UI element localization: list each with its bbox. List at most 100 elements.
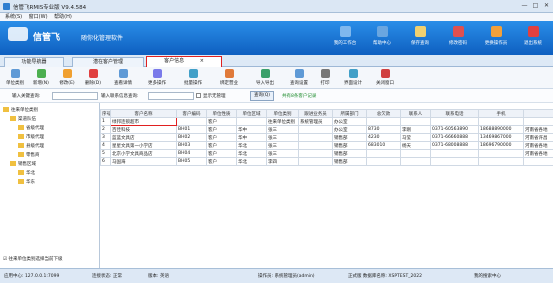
show-no-manager-label: 显示无管理 bbox=[203, 94, 226, 99]
tree-root[interactable]: 往来单位类别 bbox=[3, 107, 38, 114]
folder-icon bbox=[18, 152, 24, 157]
menu-help[interactable]: 帮助(H) bbox=[54, 13, 72, 21]
close-button[interactable]: ✕ bbox=[542, 2, 551, 10]
column-header[interactable]: 手机 bbox=[478, 109, 524, 118]
menu-bar: 系统(S) 窗口(W) 帮助(H) bbox=[0, 13, 553, 21]
search-input[interactable] bbox=[52, 92, 98, 100]
brand-name: 信管飞 bbox=[33, 33, 61, 43]
ui-design-button[interactable]: 界面设计 bbox=[338, 69, 368, 88]
column-header[interactable]: 联系人 bbox=[400, 109, 431, 118]
toolbar: 单位类别 新增(N) 修改(E) 删除(D) 查看详情 更多操作 批量操作 绑定… bbox=[0, 67, 553, 89]
search-label: 输入关键查询: bbox=[12, 94, 41, 99]
tab-customer-info[interactable]: 客户信息 × bbox=[146, 56, 222, 67]
column-header[interactable]: 客户编码 bbox=[176, 109, 207, 118]
minimize-button[interactable]: — bbox=[520, 2, 529, 10]
user-icon bbox=[490, 26, 502, 37]
status-search-center[interactable]: 我的搜索中心 bbox=[474, 273, 501, 279]
view-detail-button[interactable]: 查看详情 bbox=[106, 69, 140, 88]
unit-category-button[interactable]: 单位类别 bbox=[2, 69, 28, 88]
selected-customer-name[interactable]: 绿邦连锁超市 bbox=[110, 117, 177, 126]
delete-button[interactable]: 删除(D) bbox=[80, 69, 106, 88]
tree-node[interactable]: 华北 bbox=[18, 170, 35, 177]
nav-exit-button[interactable]: 退出系统 bbox=[515, 24, 551, 54]
show-no-manager-checkbox[interactable] bbox=[196, 93, 201, 98]
nav-switch-operator-button[interactable]: 更换操作员 bbox=[478, 24, 514, 54]
close-window-button[interactable]: 关闭窗口 bbox=[370, 69, 400, 88]
bind-icon bbox=[224, 69, 234, 78]
contact-search-input[interactable] bbox=[148, 92, 194, 100]
tree-node[interactable]: 县级代理 bbox=[18, 143, 44, 150]
bind-sales-button[interactable]: 绑定营业 bbox=[212, 69, 246, 88]
query-settings-button[interactable]: 查询设置 bbox=[284, 69, 314, 88]
edit-button[interactable]: 修改(E) bbox=[54, 69, 80, 88]
column-header[interactable]: 单位性质 bbox=[206, 109, 237, 118]
brand-logo bbox=[8, 27, 28, 41]
contact-search-label: 输入联系信息查询: bbox=[101, 94, 139, 99]
tree-node[interactable]: 华东 bbox=[18, 179, 35, 186]
tree-node[interactable]: 零售商 bbox=[18, 152, 40, 159]
category-tree: 往来单位类别 渠道队伍 省级代理 市级代理 县级代理 零售商 销售区域 华北 华… bbox=[0, 103, 100, 268]
status-server: 应用中心: 127.0.0.1:7099 bbox=[4, 274, 60, 279]
table-row[interactable]: 2 百佳科技 BH01 客户 华中 张三 办公室 8730 李刚 0371-60… bbox=[100, 125, 553, 134]
add-button[interactable]: 新增(N) bbox=[28, 69, 54, 88]
tab-close-icon[interactable]: × bbox=[200, 58, 204, 64]
batch-icon bbox=[188, 69, 198, 78]
nav-workbench-button[interactable]: 我的工作台 bbox=[327, 24, 363, 54]
query-button[interactable]: 查询(Q) bbox=[250, 91, 275, 101]
brand-slogan: 随你化管理软件 bbox=[81, 35, 124, 42]
key-icon bbox=[452, 26, 464, 37]
column-header[interactable]: 跟进业务员 bbox=[298, 109, 333, 118]
table-row[interactable]: 5 北京小学文具商品店 BH04 客户 华北 张三 销售部 河南省各地 bbox=[100, 149, 553, 158]
status-bar: 应用中心: 127.0.0.1:7099 连接状态: 正常 版本: 英语 操作员… bbox=[0, 268, 553, 283]
tree-node[interactable]: 渠道队伍 bbox=[10, 116, 36, 123]
more-icon bbox=[152, 69, 162, 78]
table-row[interactable]: 4 星星文具第一小学店 BH03 客户 华北 张三 销售部 683010 杨天 … bbox=[100, 141, 553, 150]
import-export-button[interactable]: 导入导出 bbox=[248, 69, 282, 88]
record-count: 共有8条客户记录 bbox=[282, 94, 317, 99]
nav-save-query-button[interactable]: 保存查询 bbox=[402, 24, 438, 54]
folder-icon bbox=[18, 179, 24, 184]
folder-icon bbox=[3, 107, 9, 112]
more-actions-button[interactable]: 更多操作 bbox=[140, 69, 174, 88]
maximize-button[interactable]: □ bbox=[531, 2, 540, 10]
table-row[interactable]: 3 蓝蓝文具店 BH02 客户 华中 张三 销售部 4230 马莹 0371-6… bbox=[100, 133, 553, 142]
column-header[interactable]: 所属部门 bbox=[332, 109, 367, 118]
app-icon bbox=[3, 3, 10, 10]
desktop-icon bbox=[339, 26, 351, 37]
folder-icon bbox=[18, 170, 24, 175]
tab-function-nav[interactable]: 功能导航器 bbox=[4, 57, 64, 67]
batch-actions-button[interactable]: 批量操作 bbox=[176, 69, 210, 88]
status-operator: 操作员: 系统管理员(admin) bbox=[258, 274, 315, 279]
table-row[interactable]: 6 马国海 BH05 客户 华北 李四 销售部 bbox=[100, 157, 553, 166]
print-icon bbox=[320, 69, 330, 78]
column-header[interactable] bbox=[523, 109, 553, 118]
title-bar: 信管飞RMIS专业版 V9.4.584 — □ ✕ bbox=[0, 0, 553, 13]
tree-node[interactable]: 省级代理 bbox=[18, 125, 44, 132]
status-database: 正式版 数据库名称: XSPTEST_2022 bbox=[348, 274, 422, 279]
nav-help-button[interactable]: 帮助中心 bbox=[364, 24, 400, 54]
tab-potential-customers[interactable]: 潜在客户管理 bbox=[72, 57, 144, 67]
view-icon bbox=[118, 69, 128, 78]
column-header[interactable]: 单位类别 bbox=[266, 109, 299, 118]
column-header[interactable]: 总欠款 bbox=[366, 109, 401, 118]
status-version: 版本: 英语 bbox=[148, 274, 169, 279]
banner: 信管飞 随你化管理软件 我的工作台 帮助中心 保存查询 修改密码 更换操作员 退… bbox=[0, 21, 553, 55]
column-header[interactable]: 序号 bbox=[100, 109, 111, 118]
column-header[interactable]: 联系电话 bbox=[430, 109, 479, 118]
table-row[interactable]: 1 绿邦连锁超市 客户 往来单位类别 系统管理员 办公室 bbox=[100, 117, 553, 126]
folder-icon bbox=[10, 116, 16, 121]
exit-icon bbox=[527, 26, 539, 37]
column-header[interactable]: 客户名称 bbox=[110, 109, 177, 118]
folder-icon bbox=[18, 143, 24, 148]
menu-system[interactable]: 系统(S) bbox=[5, 13, 22, 21]
tree-node[interactable]: 销售区域 bbox=[10, 161, 36, 168]
tree-footer-option[interactable]: ☑ 往来单位类别选择当前下级 bbox=[3, 256, 62, 262]
filter-bar: 输入关键查询: 输入联系信息查询: 显示无管理 查询(Q) 共有8条客户记录 bbox=[0, 89, 553, 103]
menu-window[interactable]: 窗口(W) bbox=[29, 13, 48, 21]
print-button[interactable]: 打印 bbox=[314, 69, 336, 88]
nav-change-password-button[interactable]: 修改密码 bbox=[440, 24, 476, 54]
column-header[interactable]: 单位区域 bbox=[236, 109, 267, 118]
tab-strip: 功能导航器 潜在客户管理 客户信息 × bbox=[0, 55, 553, 67]
add-icon bbox=[36, 69, 46, 78]
tree-node[interactable]: 市级代理 bbox=[18, 134, 44, 141]
